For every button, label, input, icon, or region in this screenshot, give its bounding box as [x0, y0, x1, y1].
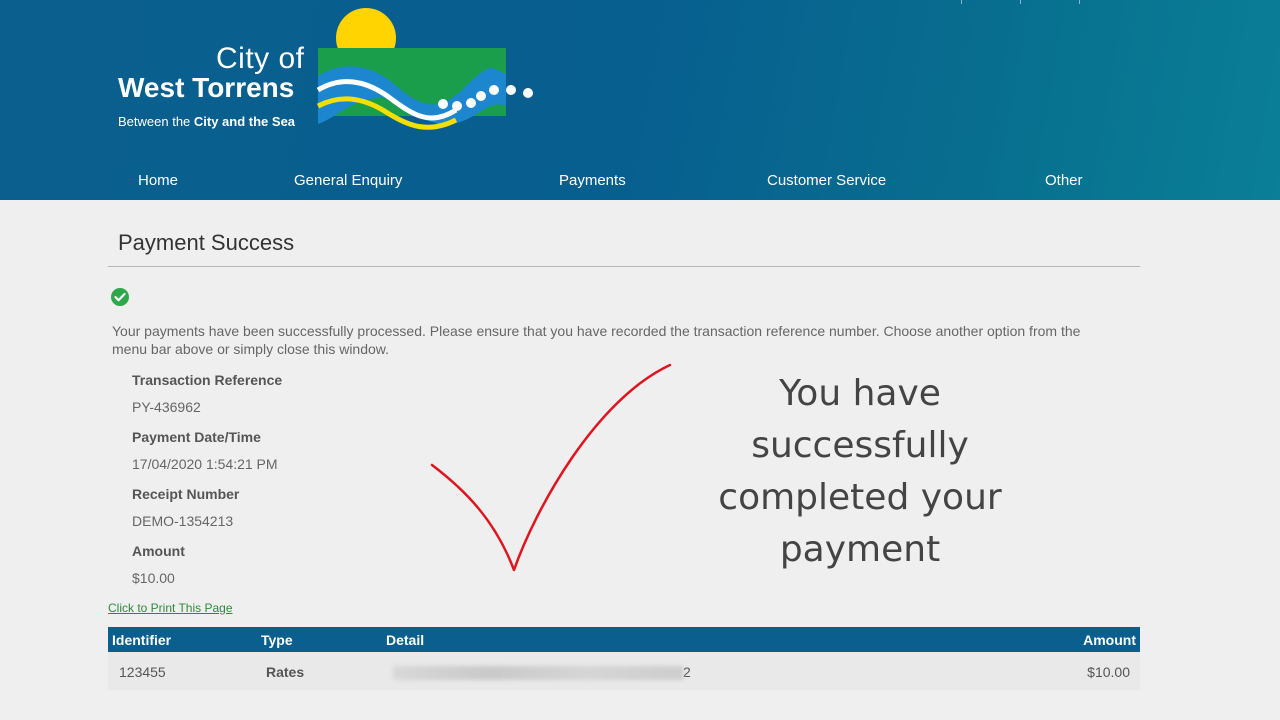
receipt-number-label: Receipt Number — [132, 486, 240, 502]
redacted-detail — [393, 666, 683, 681]
receipt-number-value: DEMO-1354213 — [132, 513, 234, 529]
top-utility-links[interactable] — [931, 0, 1080, 6]
red-checkmark-icon — [430, 363, 672, 572]
row-detail-suffix: 2 — [683, 664, 691, 680]
amount-label: Amount — [132, 543, 185, 559]
transaction-reference-label: Transaction Reference — [132, 372, 283, 388]
top-link[interactable] — [990, 0, 1021, 4]
header-detail: Detail — [386, 632, 425, 648]
transaction-reference-value: PY-436962 — [132, 399, 201, 415]
site-header: City of West Torrens Between the City an… — [0, 0, 1280, 200]
nav-other[interactable]: Other — [1045, 172, 1083, 189]
header-amount: Amount — [1083, 632, 1136, 648]
tagline-bold: City and the Sea — [193, 114, 296, 129]
tagline-prefix: Between the — [118, 114, 194, 129]
main-nav: Home General Enquiry Payments Customer S… — [0, 172, 1280, 192]
overlay-line-2: successfully — [751, 425, 969, 466]
top-link[interactable] — [1049, 0, 1080, 4]
page-title: Payment Success — [118, 230, 295, 255]
overlay-line-1: You have — [779, 373, 941, 414]
amount-value: $10.00 — [132, 570, 175, 586]
print-page-link[interactable]: Click to Print This Page — [108, 601, 233, 615]
row-amount: $10.00 — [1087, 664, 1130, 680]
payment-datetime-value: 17/04/2020 1:54:21 PM — [132, 456, 278, 472]
title-divider — [108, 266, 1140, 267]
nav-general-enquiry[interactable]: General Enquiry — [294, 172, 402, 189]
nav-home[interactable]: Home — [138, 172, 178, 189]
logo-west-torrens: West Torrens — [118, 72, 295, 103]
table-row: 123455 Rates 2 $10.00 — [108, 652, 1140, 690]
row-detail: 2 — [393, 664, 691, 681]
top-link[interactable] — [931, 0, 962, 4]
row-type: Rates — [266, 664, 305, 680]
success-check-icon — [111, 288, 129, 306]
table-header-row: Identifier Type Detail Amount — [108, 627, 1140, 652]
overlay-line-4: payment — [779, 529, 941, 570]
nav-payments[interactable]: Payments — [559, 172, 626, 189]
overlay-caption: You have successfully completed your pay… — [700, 368, 1020, 576]
logo-mark-icon — [316, 8, 533, 130]
header-identifier: Identifier — [112, 632, 172, 648]
header-type: Type — [261, 632, 293, 648]
logo-tagline: Between the City and the Sea — [118, 114, 295, 129]
payment-items-table: Identifier Type Detail Amount 123455 Rat… — [108, 627, 1140, 690]
overlay-line-3: completed your — [718, 477, 1002, 518]
success-message: Your payments have been successfully pro… — [112, 323, 1081, 357]
logo-city-of: City of — [216, 42, 305, 75]
nav-customer-service[interactable]: Customer Service — [767, 172, 886, 189]
row-identifier: 123455 — [119, 664, 166, 680]
payment-datetime-label: Payment Date/Time — [132, 429, 261, 445]
